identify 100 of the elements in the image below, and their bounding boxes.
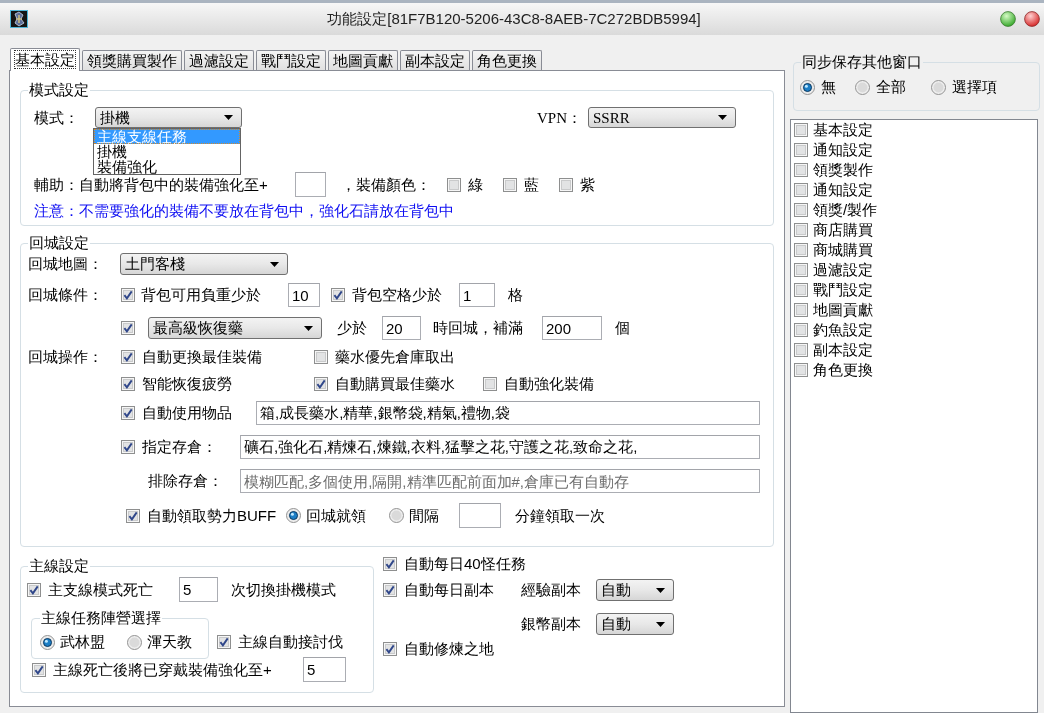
checkbox[interactable] bbox=[794, 243, 808, 257]
radio-label: 無 bbox=[821, 78, 836, 96]
input-field[interactable]: 1 bbox=[459, 283, 495, 307]
list-item-label[interactable]: 釣魚設定 bbox=[813, 321, 873, 339]
checkbox[interactable] bbox=[794, 283, 808, 297]
list-item-label[interactable]: 角色更換 bbox=[813, 361, 873, 379]
checkbox[interactable] bbox=[447, 177, 461, 192]
checkbox[interactable] bbox=[483, 377, 497, 391]
dropdown-option[interactable]: 掛機 bbox=[94, 144, 240, 159]
list-item-label[interactable]: 地圖貢獻 bbox=[813, 301, 873, 319]
close-button[interactable] bbox=[1024, 11, 1040, 27]
input-field[interactable]: 10 bbox=[288, 283, 320, 307]
checkbox[interactable] bbox=[126, 508, 140, 523]
input-field[interactable]: 模糊匹配,多個使用,隔開,精準匹配前面加#,倉庫已有自動存 bbox=[240, 469, 760, 493]
checkbox[interactable] bbox=[314, 377, 328, 391]
list-item-label[interactable]: 商店購買 bbox=[813, 221, 873, 239]
radio-button[interactable] bbox=[127, 634, 142, 650]
checkbox[interactable] bbox=[794, 363, 808, 377]
list-item-label[interactable]: 基本設定 bbox=[813, 121, 873, 139]
radio-button[interactable] bbox=[800, 79, 815, 95]
checkbox[interactable] bbox=[794, 163, 808, 177]
tab[interactable]: 領獎購買製作 bbox=[82, 50, 182, 70]
checkbox-label: 主線自動接討伐 bbox=[238, 633, 343, 651]
checkbox[interactable] bbox=[314, 350, 328, 364]
checkbox[interactable] bbox=[32, 662, 46, 677]
input-field[interactable] bbox=[295, 172, 326, 197]
list-item-label[interactable]: 領獎/製作 bbox=[813, 201, 878, 219]
checkbox[interactable] bbox=[794, 343, 808, 357]
dropdown[interactable]: 自動 bbox=[596, 613, 674, 635]
list-item-label[interactable]: 通知設定 bbox=[813, 141, 873, 159]
group-title: 模式設定 bbox=[28, 81, 90, 99]
checkbox[interactable] bbox=[27, 582, 41, 597]
tab[interactable]: 角色更換 bbox=[472, 50, 542, 70]
list-item-label[interactable]: 戰鬥設定 bbox=[813, 281, 873, 299]
group-title: 回城設定 bbox=[28, 234, 90, 252]
list-item-label[interactable]: 領獎製作 bbox=[813, 161, 873, 179]
window-title: 功能設定[81F7B120-5206-43C8-8AEB-7C272BDB5994] bbox=[326, 10, 702, 28]
checkbox[interactable] bbox=[794, 183, 808, 197]
checkbox[interactable] bbox=[217, 635, 231, 649]
caret-icon bbox=[718, 115, 727, 120]
checkbox-label: 自動使用物品 bbox=[142, 404, 233, 422]
checkbox[interactable] bbox=[559, 177, 573, 192]
field-label: VPN： bbox=[537, 108, 583, 127]
checkbox[interactable] bbox=[383, 583, 397, 597]
radio-button[interactable] bbox=[286, 508, 301, 523]
checkbox[interactable] bbox=[121, 440, 135, 454]
dropdown[interactable]: SSRR bbox=[588, 107, 736, 128]
radio-button[interactable] bbox=[389, 508, 404, 523]
radio-button[interactable] bbox=[931, 79, 946, 95]
checkbox[interactable] bbox=[121, 321, 135, 335]
checkbox-label: 指定存倉： bbox=[142, 438, 218, 456]
checkbox-label: 綠 bbox=[468, 175, 483, 194]
dropdown[interactable]: 自動 bbox=[596, 579, 674, 601]
tab[interactable]: 地圖貢獻 bbox=[328, 50, 398, 70]
radio-label: 回城就領 bbox=[306, 506, 366, 525]
checkbox[interactable] bbox=[794, 123, 808, 137]
radio-button[interactable] bbox=[40, 634, 55, 650]
input-field[interactable]: 200 bbox=[542, 316, 602, 340]
checkbox-label: 智能恢復疲勞 bbox=[142, 375, 232, 393]
dropdown[interactable]: 土門客棧 bbox=[120, 253, 288, 275]
checkbox[interactable] bbox=[794, 203, 808, 217]
list-item-label[interactable]: 過濾設定 bbox=[813, 261, 873, 279]
input-field[interactable]: 20 bbox=[382, 316, 421, 340]
radio-button[interactable] bbox=[855, 79, 870, 95]
field-label: 時回城，補滿 bbox=[433, 319, 524, 337]
window-button[interactable] bbox=[1000, 11, 1016, 27]
tab[interactable]: 戰鬥設定 bbox=[256, 50, 326, 70]
radio-label: 武林盟 bbox=[60, 633, 105, 651]
tab[interactable]: 副本設定 bbox=[400, 50, 470, 70]
dropdown[interactable]: 最高級恢復藥 bbox=[148, 317, 322, 339]
input-field[interactable] bbox=[459, 503, 501, 528]
checkbox[interactable] bbox=[503, 177, 517, 192]
checkbox-label: 自動購買最佳藥水 bbox=[335, 375, 455, 393]
checkbox[interactable] bbox=[383, 557, 397, 571]
checkbox[interactable] bbox=[794, 143, 808, 157]
input-field[interactable]: 5 bbox=[303, 657, 346, 682]
tab[interactable]: 過濾設定 bbox=[184, 50, 254, 70]
list-item-label[interactable]: 副本設定 bbox=[813, 341, 873, 359]
list-item-label[interactable]: 通知設定 bbox=[813, 181, 873, 199]
field-label: 分鐘領取一次 bbox=[515, 506, 605, 525]
tab[interactable]: 基本設定 bbox=[10, 48, 80, 71]
checkbox[interactable] bbox=[121, 288, 135, 302]
checkbox[interactable] bbox=[794, 303, 808, 317]
input-field[interactable]: 礦石,強化石,精煉石,煉鐵,衣料,猛擊之花,守護之花,致命之花, bbox=[240, 435, 760, 459]
dropdown[interactable]: 掛機 bbox=[95, 107, 242, 128]
checkbox[interactable] bbox=[383, 642, 397, 656]
list-item-label[interactable]: 商城購買 bbox=[813, 241, 873, 259]
dropdown-option[interactable]: 裝備強化 bbox=[94, 159, 240, 174]
radio-label: 渾天教 bbox=[147, 633, 192, 651]
caret-icon bbox=[656, 621, 665, 627]
checkbox[interactable] bbox=[794, 263, 808, 277]
checkbox[interactable] bbox=[331, 288, 345, 302]
input-field[interactable]: 箱,成長藥水,精華,銀幣袋,精氣,禮物,袋 bbox=[256, 401, 760, 425]
checkbox[interactable] bbox=[121, 406, 135, 420]
checkbox[interactable] bbox=[794, 323, 808, 337]
checkbox-label: 背包空格少於 bbox=[352, 286, 443, 304]
input-field[interactable]: 5 bbox=[179, 577, 218, 602]
checkbox[interactable] bbox=[794, 223, 808, 237]
checkbox[interactable] bbox=[121, 350, 135, 364]
checkbox[interactable] bbox=[121, 377, 135, 391]
